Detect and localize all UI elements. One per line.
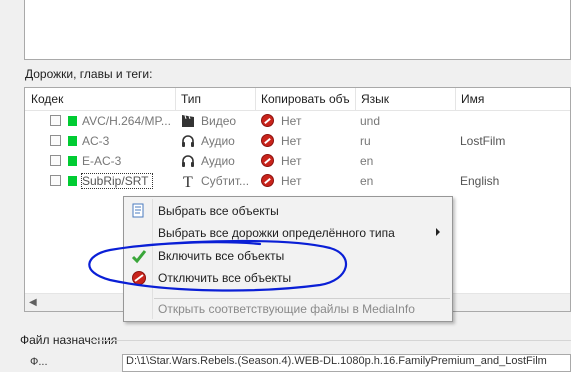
track-row[interactable]: SubRip/SRT T Субтит... Нет en English — [25, 171, 570, 191]
track-row[interactable]: AVC/H.264/MP... Видео Нет und — [25, 111, 570, 131]
track-type: Аудио — [201, 134, 235, 148]
red-no-icon — [261, 134, 274, 147]
track-checkbox[interactable] — [50, 115, 61, 126]
destination-path-field[interactable]: D:\1\Star.Wars.Rebels.(Season.4).WEB-DL.… — [122, 354, 571, 372]
submenu-arrow-icon — [436, 228, 440, 236]
menu-item-label: Открыть соответствующие файлы в MediaInf… — [158, 302, 415, 316]
red-no-icon — [261, 174, 274, 187]
column-header-language[interactable]: Язык — [361, 92, 451, 106]
track-copy: Нет — [281, 134, 302, 148]
track-codec: AC-3 — [82, 134, 110, 148]
red-no-icon — [261, 114, 274, 127]
track-codec: E-AC-3 — [82, 154, 122, 168]
svg-text:T: T — [183, 174, 193, 189]
track-type: Аудио — [201, 154, 235, 168]
track-checkbox[interactable] — [50, 155, 61, 166]
track-type: Видео — [201, 114, 237, 128]
context-menu: Выбрать все объекты Выбрать все дорожки … — [123, 196, 453, 322]
scroll-left-arrow-icon[interactable]: ◀ — [29, 297, 37, 308]
select-all-icon — [132, 203, 144, 218]
column-header-codec[interactable]: Кодек — [31, 92, 171, 106]
column-header-copy[interactable]: Копировать объ — [261, 92, 355, 106]
top-panel — [24, 0, 571, 60]
menu-item-disable-all[interactable]: Отключить все объекты — [124, 267, 452, 289]
track-status-swatch — [68, 136, 77, 146]
destination-field-label: Ф... — [30, 356, 48, 368]
track-language: und — [360, 114, 381, 128]
track-language: en — [360, 154, 374, 168]
track-checkbox[interactable] — [50, 175, 61, 186]
track-copy: Нет — [281, 114, 302, 128]
menu-item-enable-all[interactable]: Включить все объекты — [124, 245, 452, 267]
menu-item-label: Включить все объекты — [158, 249, 285, 263]
track-row[interactable]: AC-3 Аудио Нет ru LostFilm — [25, 131, 570, 151]
track-name: LostFilm — [460, 134, 506, 148]
track-checkbox[interactable] — [50, 135, 61, 146]
menu-item-select-all[interactable]: Выбрать все объекты — [124, 200, 452, 222]
tracks-header: Кодек Тип Копировать объ Язык Имя — [25, 88, 570, 111]
track-copy: Нет — [281, 174, 302, 188]
track-name: English — [460, 174, 500, 188]
red-no-icon — [261, 154, 274, 167]
red-no-icon — [132, 271, 146, 285]
track-type: Субтит... — [201, 174, 250, 188]
track-row[interactable]: E-AC-3 Аудио Нет en — [25, 151, 570, 171]
film-clapper-icon — [182, 115, 194, 127]
column-header-type[interactable]: Тип — [181, 92, 255, 106]
tracks-section-label: Дорожки, главы и теги: — [25, 67, 153, 81]
menu-item-select-by-type[interactable]: Выбрать все дорожки определённого типа — [124, 222, 452, 244]
track-status-swatch — [68, 176, 77, 186]
headphones-icon — [182, 155, 194, 167]
track-copy: Нет — [281, 154, 302, 168]
track-codec: SubRip/SRT — [81, 173, 153, 189]
track-status-swatch — [68, 156, 77, 166]
section-divider — [90, 340, 571, 341]
column-header-name[interactable]: Имя — [461, 92, 561, 106]
headphones-icon — [182, 135, 194, 147]
green-check-icon — [131, 250, 147, 264]
menu-item-label: Выбрать все дорожки определённого типа — [158, 226, 395, 240]
track-status-swatch — [68, 116, 77, 126]
track-language: en — [360, 174, 374, 188]
menu-item-open-mediainfo[interactable]: Открыть соответствующие файлы в MediaInf… — [124, 298, 452, 320]
text-t-icon: T — [183, 174, 193, 189]
menu-item-label: Выбрать все объекты — [158, 204, 279, 218]
track-language: ru — [360, 134, 371, 148]
menu-item-label: Отключить все объекты — [158, 271, 292, 285]
track-codec: AVC/H.264/MP... — [82, 114, 171, 128]
